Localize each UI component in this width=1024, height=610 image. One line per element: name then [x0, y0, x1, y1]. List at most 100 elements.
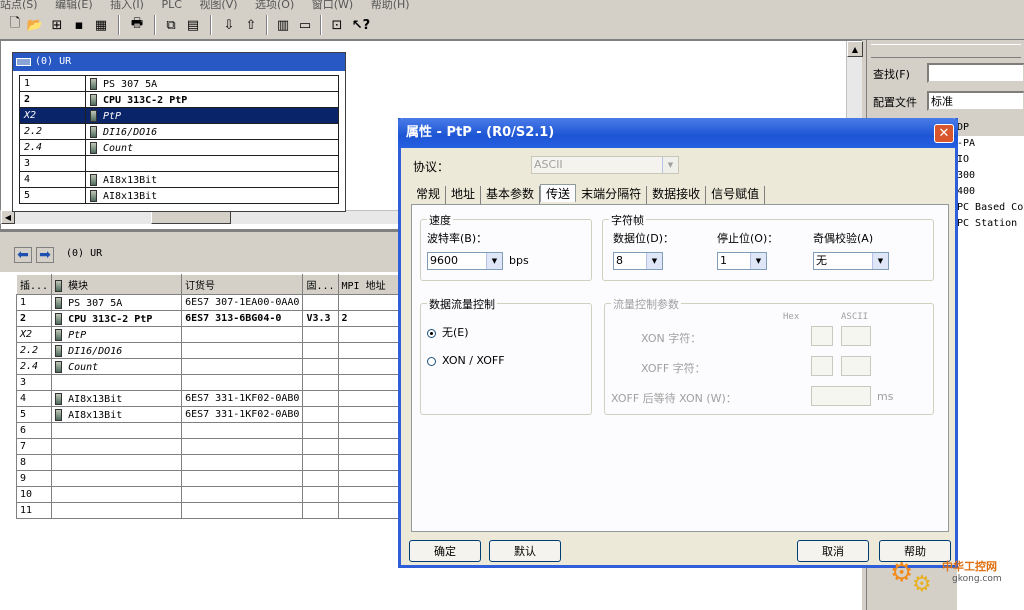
cancel-button[interactable]: 取消 [797, 540, 869, 562]
profile-select[interactable]: 标准 [927, 91, 1024, 111]
column-header-mpi-address[interactable]: MPI 地址 [337, 274, 401, 295]
compile-icon[interactable]: ▦ [92, 16, 110, 34]
column-header-module[interactable]: 模块 [51, 274, 183, 295]
forward-arrow-icon[interactable]: ➡ [36, 247, 54, 263]
module-icon [55, 280, 63, 292]
table-row[interactable]: 2.4Count76 [15, 358, 420, 375]
tab-data-reception[interactable]: 数据接收 [647, 186, 707, 204]
find-input[interactable] [927, 63, 1024, 83]
parity-select[interactable]: 无 ▼ [813, 252, 889, 270]
table-row[interactable]: 2 CPU 313C-2 PtP 6ES7 313-6BG04-0 V3.3 2 [15, 310, 420, 327]
table-row[interactable]: 10 [15, 486, 420, 503]
menu-item-station[interactable]: 站点(S) [0, 0, 38, 10]
protocol-select[interactable]: ASCII ▼ [531, 156, 679, 174]
xon-hex-field[interactable] [811, 326, 833, 346]
rack-row[interactable]: 2.4 Count [19, 139, 339, 156]
chevron-down-icon: ▼ [750, 253, 766, 269]
menu-item-view[interactable]: 视图(V) [199, 0, 237, 10]
accessible-nodes-icon[interactable]: ⊞ [48, 16, 66, 34]
tab-general[interactable]: 常规 [411, 186, 447, 204]
tab-signal-assignment[interactable]: 信号赋值 [706, 186, 766, 204]
window-icon[interactable]: ▭ [296, 16, 314, 34]
watermark-text: 中华工控网 [942, 560, 997, 573]
gear-icon: ⚙ [890, 558, 914, 588]
paste-icon[interactable]: ▤ [184, 16, 202, 34]
download-icon[interactable]: ⇩ [220, 16, 238, 34]
network-icon[interactable]: ⊡ [328, 16, 346, 34]
table-row[interactable]: 6 [15, 422, 420, 439]
menu-item-options[interactable]: 选项(O) [255, 0, 294, 10]
rack-window[interactable]: (0) UR 1 PS 307 5A 2 CPU 313C-2 PtP X2 PtP … [12, 52, 346, 212]
column-header-slot[interactable]: 插... [15, 274, 53, 295]
rack-row[interactable]: 5 AI8x13Bit [19, 187, 339, 204]
tree-item[interactable]: 300 [957, 168, 1024, 184]
rack-row[interactable]: 2.2 DI16/DO16 [19, 123, 339, 140]
back-arrow-icon[interactable]: ⬅ [14, 247, 32, 263]
scroll-up-icon[interactable]: ▲ [847, 41, 863, 57]
menu-item-insert[interactable]: 插入(I) [110, 0, 144, 10]
tab-addresses[interactable]: 地址 [446, 186, 482, 204]
ok-button[interactable]: 确定 [409, 540, 481, 562]
default-button[interactable]: 默认 [489, 540, 561, 562]
save-icon[interactable]: ▪ [70, 16, 88, 34]
table-row[interactable]: 5AI8x13Bit6ES7 331-1KF02-0AB031 [15, 406, 420, 423]
table-row[interactable]: 7 [15, 438, 420, 455]
tree-item[interactable]: -PA [957, 136, 1024, 152]
rack-row[interactable]: 1 PS 307 5A [19, 75, 339, 92]
xoff-hex-field[interactable] [811, 356, 833, 376]
copy-icon[interactable]: ⧉ [162, 16, 180, 34]
data-bits-select[interactable]: 8 ▼ [613, 252, 663, 270]
column-header-order-number[interactable]: 订货号 [181, 274, 304, 295]
cell-mpi-address [337, 342, 401, 359]
scroll-left-icon[interactable]: ◀ [1, 210, 15, 224]
rack-row[interactable]: 4 AI8x13Bit [19, 171, 339, 188]
print-icon[interactable]: 🖶 [128, 16, 146, 34]
tree-item[interactable]: 400 [957, 184, 1024, 200]
flow-xon-xoff-radio[interactable]: XON / XOFF [427, 354, 505, 367]
table-row[interactable]: 8 [15, 454, 420, 471]
rack-row[interactable]: 3 [19, 155, 339, 172]
rack-row-selected[interactable]: X2 PtP [19, 107, 339, 124]
table-row[interactable]: 11 [15, 502, 420, 519]
column-header-firmware[interactable]: 固... [302, 274, 339, 295]
wait-time-field[interactable] [811, 386, 871, 406]
cell-firmware [302, 342, 339, 359]
tab-transmission[interactable]: 传送 [540, 184, 577, 202]
stop-bits-select[interactable]: 1 ▼ [717, 252, 767, 270]
menu-item-window[interactable]: 窗口(W) [312, 0, 353, 10]
upload-icon[interactable]: ⇧ [242, 16, 260, 34]
properties-dialog: 属性 - PtP - (R0/S2.1) ✕ 协议： ASCII ▼ 常规 地址… [398, 118, 958, 568]
tree-item[interactable]: DP [957, 120, 1024, 136]
close-icon[interactable]: ✕ [934, 124, 954, 143]
menu-item-edit[interactable]: 编辑(E) [55, 0, 93, 10]
module-icon [90, 77, 97, 90]
xon-ascii-field[interactable] [841, 326, 871, 346]
menu-item-help[interactable]: 帮助(H) [371, 0, 410, 10]
cell-module: AI8x13Bit [51, 390, 183, 407]
open-icon[interactable]: 📂 [26, 16, 44, 34]
rack-icon [16, 58, 31, 66]
tab-end-delimiter[interactable]: 末端分隔符 [576, 186, 648, 204]
rack-row[interactable]: 2 CPU 313C-2 PtP [19, 91, 339, 108]
tab-basic-parameters[interactable]: 基本参数 [481, 186, 541, 204]
tree-item[interactable]: PC Based Co [957, 200, 1024, 216]
tree-item[interactable]: IO [957, 152, 1024, 168]
xoff-ascii-field[interactable] [841, 356, 871, 376]
table-row[interactable]: 1 PS 307 5A 6ES7 307-1EA00-0AA0 [15, 294, 420, 311]
menu-item-plc[interactable]: PLC [161, 0, 181, 10]
new-icon[interactable]: 🗋 [6, 16, 24, 34]
flow-none-radio[interactable]: 无(E) [427, 324, 469, 340]
table-row[interactable]: 9 [15, 470, 420, 487]
tree-item[interactable]: PC Station [957, 216, 1024, 232]
table-row[interactable]: 2.2DI16/DO160. [15, 342, 420, 359]
catalog-icon[interactable]: ▥ [274, 16, 292, 34]
scroll-thumb[interactable] [151, 211, 231, 224]
cell-mpi-address [337, 294, 401, 311]
station-horizontal-scrollbar[interactable]: ◀ [0, 210, 400, 224]
help-pointer-icon[interactable]: ↖? [352, 16, 370, 34]
table-row[interactable]: 3 [15, 374, 420, 391]
table-row[interactable]: 4AI8x13Bit6ES7 331-1KF02-0AB030 [15, 390, 420, 407]
baud-rate-select[interactable]: 9600 ▼ [427, 252, 503, 270]
table-row[interactable]: X2PtP10 [15, 326, 420, 343]
cell-module: DI16/DO16 [51, 342, 183, 359]
